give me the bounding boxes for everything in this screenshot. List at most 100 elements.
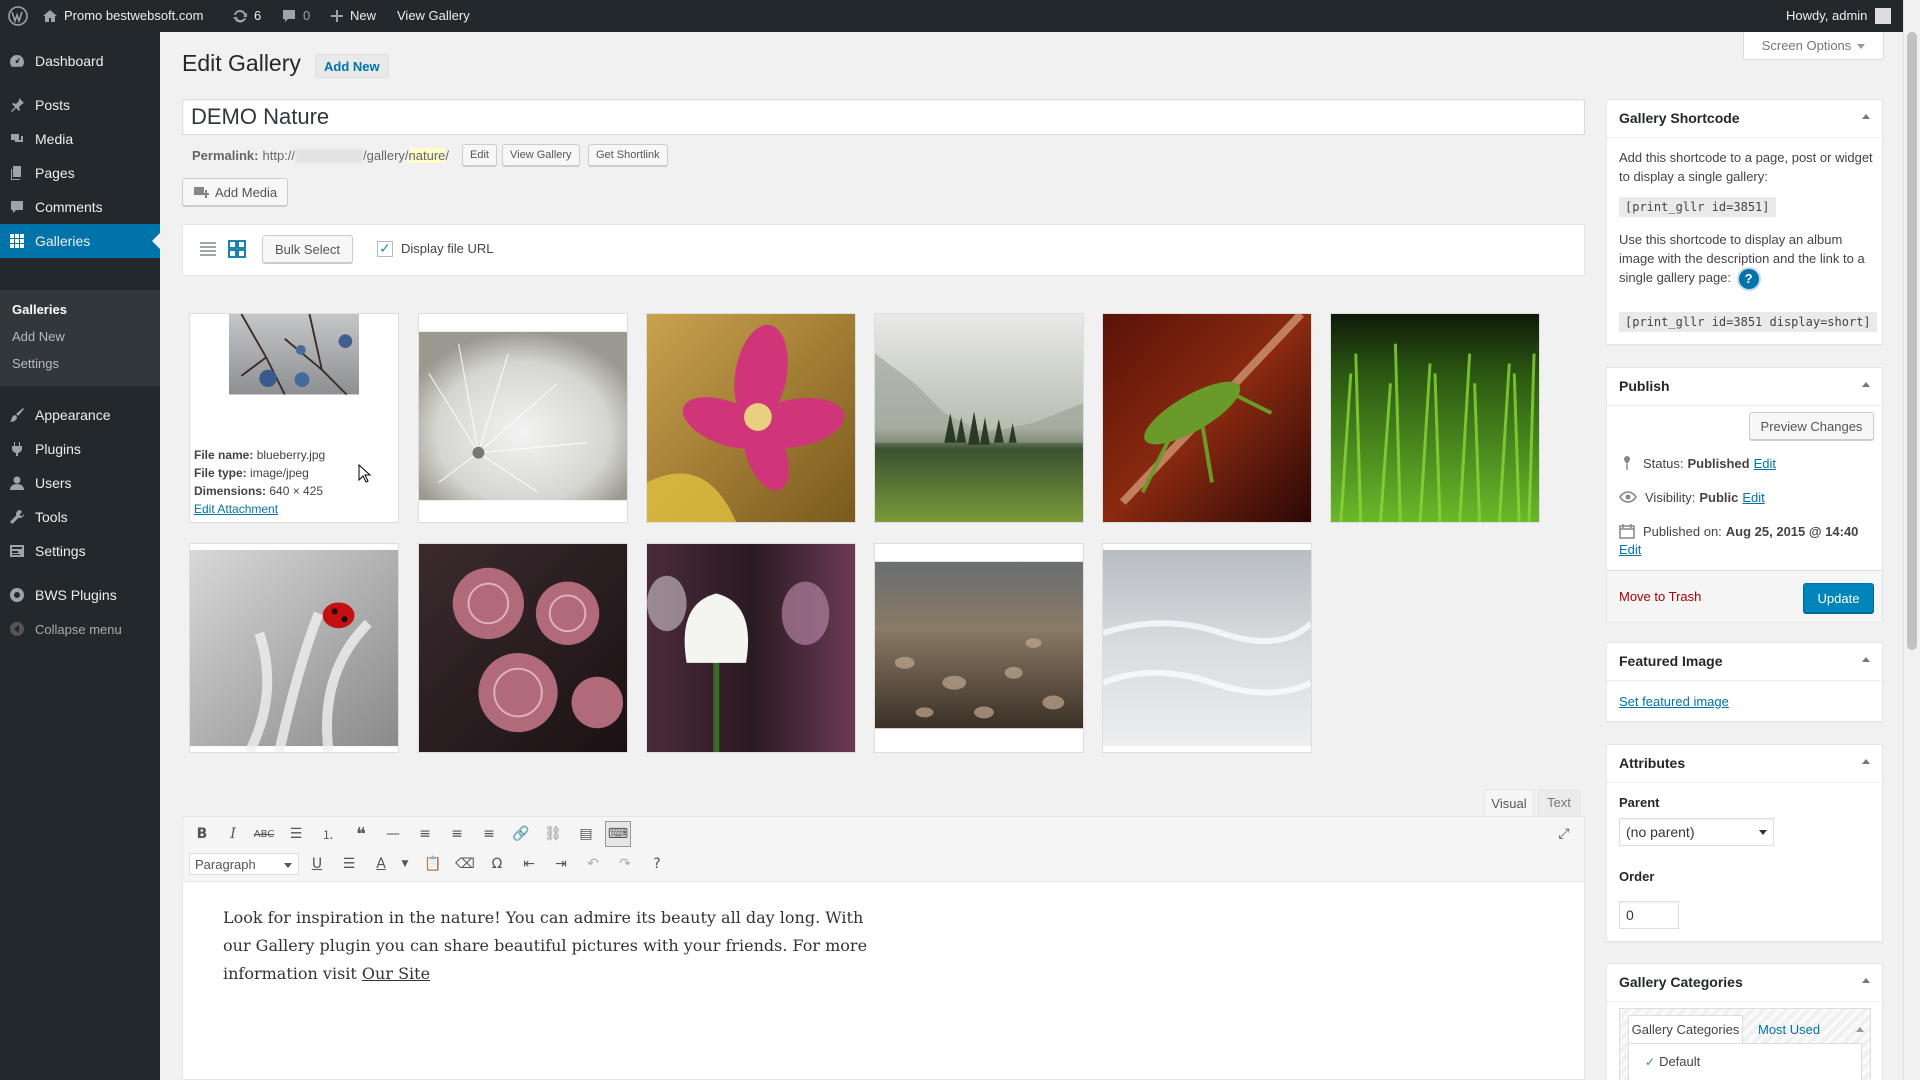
help-icon[interactable]: ? bbox=[644, 851, 670, 877]
permalink-slug[interactable]: nature bbox=[408, 148, 446, 163]
add-new-button[interactable]: Add New bbox=[315, 54, 389, 78]
tab-visual[interactable]: Visual bbox=[1484, 789, 1534, 816]
menu-item-users[interactable]: Users bbox=[0, 466, 160, 500]
new-content-link[interactable]: New bbox=[330, 0, 376, 32]
collapse-toggle-icon[interactable] bbox=[1862, 657, 1870, 662]
gallery-image-grass[interactable] bbox=[1330, 313, 1540, 523]
underline-icon[interactable]: U bbox=[304, 851, 330, 877]
list-view-icon[interactable] bbox=[198, 239, 218, 259]
display-file-url-checkbox[interactable]: ✓ bbox=[377, 241, 393, 257]
gallery-image-mountain-valley[interactable] bbox=[874, 313, 1084, 523]
edit-attachment-link[interactable]: Edit Attachment bbox=[194, 502, 278, 516]
gallery-image-dandelion[interactable] bbox=[418, 313, 628, 523]
horizontal-line-icon[interactable]: — bbox=[380, 821, 406, 847]
grid-view-icon[interactable] bbox=[227, 239, 247, 259]
align-left-icon[interactable]: ≡ bbox=[412, 821, 438, 847]
menu-item-dashboard[interactable]: Dashboard bbox=[0, 44, 160, 78]
menu-item-pages[interactable]: Pages bbox=[0, 156, 160, 190]
blockquote-icon[interactable]: ❝ bbox=[348, 821, 374, 847]
gallery-image-grasshopper[interactable] bbox=[1102, 313, 1312, 523]
collapse-toggle-icon[interactable] bbox=[1862, 382, 1870, 387]
shortcode-code[interactable]: [print_gllr id=3851] bbox=[1619, 197, 1776, 217]
collapse-toggle-icon[interactable] bbox=[1862, 978, 1870, 983]
submenu-item-settings[interactable]: Settings bbox=[12, 356, 59, 371]
title-input[interactable]: DEMO Nature bbox=[182, 99, 1585, 135]
collapse-toggle-icon[interactable] bbox=[1862, 759, 1870, 764]
read-more-icon[interactable]: ▤ bbox=[573, 821, 599, 847]
tab-all-categories[interactable]: Gallery Categories bbox=[1628, 1015, 1743, 1043]
edit-status-link[interactable]: Edit bbox=[1754, 456, 1776, 471]
gallery-image-roses[interactable] bbox=[418, 543, 628, 753]
update-button[interactable]: Update bbox=[1803, 583, 1874, 613]
numbered-list-icon[interactable]: ⒈ bbox=[315, 821, 341, 847]
edit-visibility-link[interactable]: Edit bbox=[1742, 490, 1764, 505]
collapse-toggle-icon[interactable] bbox=[1862, 114, 1870, 119]
wordpress-logo-icon[interactable] bbox=[8, 0, 28, 32]
gallery-image-blueberry[interactable]: File name: blueberry.jpg File type: imag… bbox=[189, 313, 399, 523]
text-color-caret-icon[interactable]: ▼ bbox=[392, 851, 418, 877]
outdent-icon[interactable]: ⇤ bbox=[516, 851, 542, 877]
move-to-trash-link[interactable]: Move to Trash bbox=[1619, 589, 1701, 604]
help-circle-icon[interactable]: ? bbox=[1738, 268, 1759, 289]
clear-formatting-icon[interactable]: ⌫ bbox=[452, 851, 478, 877]
menu-item-galleries[interactable]: Galleries bbox=[0, 224, 160, 258]
bold-icon[interactable]: B bbox=[189, 821, 215, 847]
preview-changes-button[interactable]: Preview Changes bbox=[1749, 412, 1874, 440]
editor-content[interactable]: Look for inspiration in the nature! You … bbox=[182, 882, 1585, 1080]
edit-published-date-link[interactable]: Edit bbox=[1619, 542, 1641, 557]
parent-select[interactable]: (no parent) bbox=[1619, 818, 1774, 846]
my-account-link[interactable]: Howdy, admin bbox=[1786, 0, 1892, 32]
align-center-icon[interactable]: ≡ bbox=[444, 821, 470, 847]
menu-item-tools[interactable]: Tools bbox=[0, 500, 160, 534]
tab-most-used[interactable]: Most Used bbox=[1758, 1022, 1820, 1037]
menu-item-appearance[interactable]: Appearance bbox=[0, 398, 160, 432]
fullscreen-icon[interactable]: ⤢ bbox=[1551, 821, 1577, 847]
site-name-link[interactable]: Promo bestwebsoft.com bbox=[42, 0, 203, 32]
align-right-icon[interactable]: ≡ bbox=[476, 821, 502, 847]
view-gallery-button[interactable]: View Gallery bbox=[502, 144, 580, 166]
menu-item-media[interactable]: Media bbox=[0, 122, 160, 156]
submenu-item-galleries[interactable]: Galleries bbox=[12, 302, 67, 317]
submenu-item-add-new[interactable]: Add New bbox=[12, 329, 65, 344]
gallery-image-tulips[interactable] bbox=[646, 543, 856, 753]
italic-icon[interactable]: I bbox=[220, 821, 246, 847]
gallery-image-ladybug[interactable] bbox=[189, 543, 399, 753]
shortcode-code-short[interactable]: [print_gllr id=3851 display=short] bbox=[1619, 312, 1877, 332]
paste-text-icon[interactable]: 📋 bbox=[420, 851, 446, 877]
category-item-default[interactable]: ✓ Default bbox=[1645, 1054, 1700, 1069]
view-gallery-link[interactable]: View Gallery bbox=[397, 0, 470, 32]
undo-icon[interactable]: ↶ bbox=[580, 851, 606, 877]
get-shortlink-button[interactable]: Get Shortlink bbox=[588, 144, 668, 166]
menu-item-settings[interactable]: Settings bbox=[0, 534, 160, 568]
bullet-list-icon[interactable]: ☰ bbox=[283, 821, 309, 847]
link-icon[interactable]: 🔗 bbox=[508, 821, 534, 847]
set-featured-image-link[interactable]: Set featured image bbox=[1619, 694, 1729, 709]
special-character-icon[interactable]: Ω bbox=[484, 851, 510, 877]
bulk-select-button[interactable]: Bulk Select bbox=[262, 235, 353, 263]
gallery-image-snow[interactable] bbox=[1102, 543, 1312, 753]
gallery-image-pink-flower[interactable] bbox=[646, 313, 856, 523]
toolbar-toggle-icon[interactable]: ⌨ bbox=[605, 821, 631, 847]
menu-item-bws-plugins[interactable]: BWS Plugins bbox=[0, 578, 160, 612]
screen-options-button[interactable]: Screen Options bbox=[1743, 32, 1884, 60]
scrollbar-thumb[interactable] bbox=[1907, 32, 1917, 650]
indent-icon[interactable]: ⇥ bbox=[548, 851, 574, 877]
comments-link[interactable]: 0 bbox=[281, 0, 310, 32]
justify-icon[interactable]: ☰ bbox=[336, 851, 362, 877]
text-color-icon[interactable]: A bbox=[368, 851, 394, 877]
add-media-button[interactable]: Add Media bbox=[182, 178, 289, 206]
gallery-image-pebbles[interactable] bbox=[874, 543, 1084, 753]
menu-item-posts[interactable]: Posts bbox=[0, 88, 160, 122]
scrollbar[interactable] bbox=[1903, 0, 1920, 1080]
tab-text[interactable]: Text bbox=[1537, 789, 1581, 816]
collapse-menu-button[interactable]: Collapse menu bbox=[0, 612, 160, 646]
edit-slug-button[interactable]: Edit bbox=[462, 144, 497, 166]
order-input[interactable]: 0 bbox=[1619, 901, 1679, 929]
format-select[interactable]: Paragraph bbox=[189, 853, 299, 875]
scroll-up-icon[interactable] bbox=[1856, 1027, 1864, 1032]
menu-item-comments[interactable]: Comments bbox=[0, 190, 160, 224]
menu-item-plugins[interactable]: Plugins bbox=[0, 432, 160, 466]
updates-link[interactable]: 6 bbox=[232, 0, 261, 32]
strikethrough-icon[interactable]: ABC bbox=[251, 821, 277, 847]
unlink-icon[interactable]: ⛓ bbox=[540, 821, 566, 847]
